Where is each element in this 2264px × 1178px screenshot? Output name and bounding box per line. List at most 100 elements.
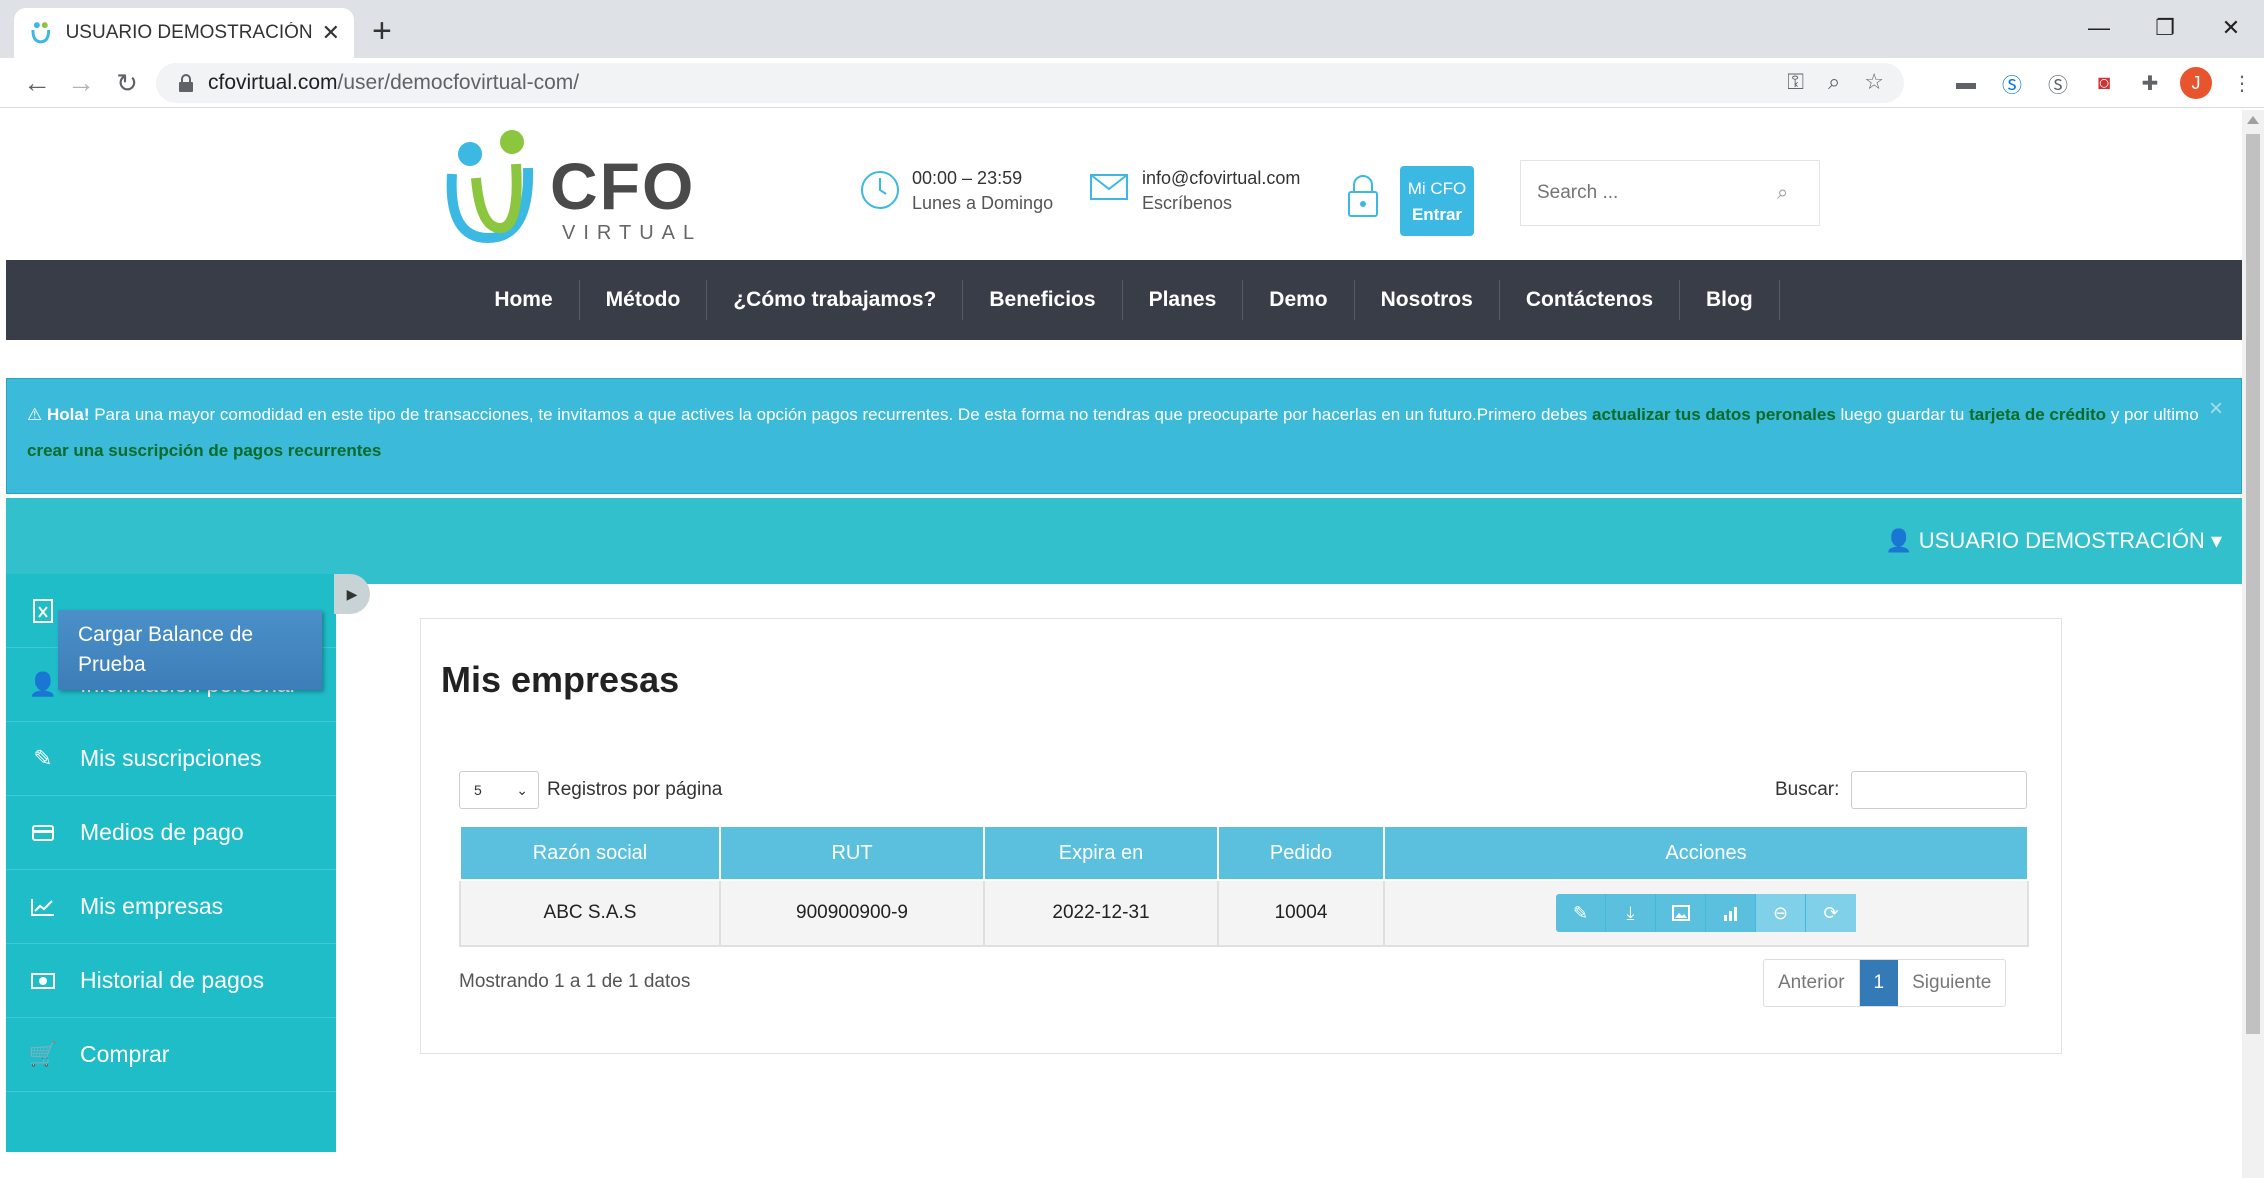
- page-scrollbar[interactable]: [2242, 110, 2264, 1178]
- records-per-page-select[interactable]: 5 ⌄: [459, 771, 539, 809]
- column-header-pedido[interactable]: Pedido: [1217, 825, 1385, 881]
- site-search-input[interactable]: [1537, 182, 1777, 204]
- browser-tab[interactable]: USUARIO DEMOSTRACIÓN | CFO ✕: [14, 8, 354, 58]
- url-host: cfovirtual.com: [208, 71, 338, 94]
- browser-toolbar: ← → ↻ cfovirtual.com /user/democfovirtua…: [0, 58, 2264, 108]
- sidebar-collapse-toggle[interactable]: ▶: [334, 574, 370, 614]
- profile-avatar[interactable]: J: [2180, 67, 2212, 99]
- web-page: CFO VIRTUAL 00:00 – 23:59 Lunes a Doming…: [6, 110, 2242, 1178]
- credit-card-link[interactable]: tarjeta de crédito: [1969, 405, 2106, 424]
- edit-pencil-icon[interactable]: ✎: [1556, 894, 1606, 932]
- row-actions: ✎ ⤓ ⊖ ⟳: [1556, 894, 1856, 932]
- back-icon[interactable]: ←: [20, 66, 54, 100]
- pagination-page-1[interactable]: 1: [1859, 960, 1899, 1006]
- window-controls: — ❐ ✕: [2066, 0, 2264, 56]
- nav-como-trabajamos[interactable]: ¿Cómo trabajamos?: [707, 280, 964, 320]
- site-search: ⌕: [1520, 160, 1820, 226]
- zoom-icon[interactable]: ⌕: [1828, 69, 1840, 95]
- envelope-icon: [1090, 174, 1128, 200]
- user-menu[interactable]: 👤 USUARIO DEMOSTRACIÓN ▾: [1885, 528, 2222, 554]
- alert-greeting: Hola!: [46, 405, 90, 424]
- search-icon[interactable]: ⌕: [1777, 182, 1788, 205]
- nav-blog[interactable]: Blog: [1680, 280, 1780, 320]
- refresh-icon[interactable]: ⟳: [1806, 894, 1856, 932]
- alert-text-3: y por ultimo: [2110, 405, 2199, 424]
- user-icon: 👤: [1885, 528, 1913, 553]
- update-personal-data-link[interactable]: actualizar tus datos peronales: [1592, 405, 1836, 424]
- column-header-razon-social[interactable]: Razón social: [459, 825, 721, 881]
- table-search-input[interactable]: [1851, 771, 2027, 809]
- nav-planes[interactable]: Planes: [1123, 280, 1244, 320]
- close-alert-icon[interactable]: ×: [2209, 391, 2223, 427]
- site-header: CFO VIRTUAL 00:00 – 23:59 Lunes a Doming…: [6, 110, 2242, 260]
- cell-pedido: 10004: [1217, 879, 1385, 947]
- entrar-label: Entrar: [1411, 205, 1463, 224]
- menu-kebab-icon[interactable]: ⋮: [2226, 67, 2258, 99]
- pagination-next[interactable]: Siguiente: [1898, 960, 2005, 1006]
- skype-icon[interactable]: Ⓢ: [1996, 67, 2028, 99]
- scroll-up-icon[interactable]: [2247, 116, 2259, 124]
- tab-title: USUARIO DEMOSTRACIÓN | CFO: [65, 22, 312, 43]
- create-subscription-link[interactable]: crear una suscripción de pagos recurrent…: [27, 441, 381, 460]
- email-subtext: Escríbenos: [1142, 193, 1233, 213]
- column-header-expira[interactable]: Expira en: [983, 825, 1219, 881]
- mi-cfo-login-button[interactable]: Mi CFO Entrar: [1400, 166, 1474, 236]
- nav-demo[interactable]: Demo: [1243, 280, 1355, 320]
- pocket-icon[interactable]: ◙: [2088, 67, 2120, 99]
- nav-nosotros[interactable]: Nosotros: [1355, 280, 1500, 320]
- sidebar-item-label: Comprar: [80, 1041, 170, 1067]
- download-icon[interactable]: ⤓: [1606, 894, 1656, 932]
- logo-text: CFO: [550, 149, 696, 223]
- puzzle-icon[interactable]: ✚: [2134, 67, 2166, 99]
- close-window-icon[interactable]: ✕: [2198, 0, 2264, 56]
- forward-icon[interactable]: →: [64, 66, 98, 100]
- reload-icon[interactable]: ↻: [110, 66, 144, 100]
- sidebar-item-medios-de-pago[interactable]: Medios de pago: [6, 796, 336, 870]
- minimize-icon[interactable]: —: [2066, 0, 2132, 56]
- url-path: /user/democfovirtual-com/: [337, 71, 580, 94]
- browser-tab-strip: USUARIO DEMOSTRACIÓN | CFO ✕ + — ❐ ✕: [0, 0, 2264, 58]
- sidebar-item-mis-empresas[interactable]: Mis empresas: [6, 870, 336, 944]
- pagination-previous[interactable]: Anterior: [1764, 960, 1860, 1006]
- email-text[interactable]: info@cfovirtual.com: [1142, 168, 1300, 189]
- cell-razon-social: ABC S.A.S: [459, 879, 721, 947]
- sidebar-item-label: Medios de pago: [80, 819, 244, 845]
- records-per-page-label: Registros por página: [547, 779, 723, 800]
- hours-info: 00:00 – 23:59 Lunes a Domingo: [860, 168, 1053, 214]
- column-header-rut[interactable]: RUT: [719, 825, 985, 881]
- main-navbar: Home Método ¿Cómo trabajamos? Beneficios…: [6, 260, 2242, 340]
- new-tab-button[interactable]: +: [372, 12, 392, 51]
- sidebar-item-label: Historial de pagos: [80, 967, 265, 993]
- bar-chart-icon[interactable]: [1706, 894, 1756, 932]
- days-text: Lunes a Domingo: [912, 193, 1054, 213]
- close-tab-icon[interactable]: ✕: [322, 20, 340, 46]
- extension-icon[interactable]: ▬: [1950, 67, 1982, 99]
- sidebar-item-historial-de-pagos[interactable]: Historial de pagos: [6, 944, 336, 1018]
- table-info: Mostrando 1 a 1 de 1 datos: [459, 971, 691, 992]
- nav-beneficios[interactable]: Beneficios: [963, 280, 1123, 320]
- table-search-label: Buscar:: [1775, 779, 1840, 800]
- clock-icon: [861, 171, 899, 209]
- nav-metodo[interactable]: Método: [580, 280, 708, 320]
- sidebar-tooltip-cargar-balance: Cargar Balance de Prueba: [58, 610, 322, 690]
- email-info: info@cfovirtual.com Escríbenos: [1090, 168, 1300, 214]
- logo-figures-icon: [446, 130, 534, 244]
- companies-panel: Mis empresas 5 ⌄ Registros por página Bu…: [420, 618, 2062, 1054]
- image-icon[interactable]: [1656, 894, 1706, 932]
- sidebar-item-label: Mis empresas: [80, 893, 224, 919]
- sidebar-item-mis-suscripciones[interactable]: ✎ Mis suscripciones: [6, 722, 336, 796]
- address-bar[interactable]: cfovirtual.com /user/democfovirtual-com/…: [156, 63, 1904, 103]
- scrollbar-thumb[interactable]: [2246, 134, 2260, 1034]
- skype-gray-icon[interactable]: Ⓢ: [2042, 67, 2074, 99]
- nav-contactenos[interactable]: Contáctenos: [1500, 280, 1681, 320]
- minus-circle-icon[interactable]: ⊖: [1756, 894, 1806, 932]
- sidebar-item-comprar[interactable]: 🛒 Comprar: [6, 1018, 336, 1092]
- cell-rut: 900900900-9: [719, 879, 985, 947]
- site-logo[interactable]: CFO VIRTUAL: [440, 128, 700, 252]
- restore-icon[interactable]: ❐: [2132, 0, 2198, 56]
- line-chart-icon: [6, 898, 80, 916]
- key-icon[interactable]: ⚿: [1787, 69, 1804, 95]
- bookmark-star-icon[interactable]: ☆: [1864, 69, 1884, 95]
- nav-home[interactable]: Home: [468, 280, 580, 320]
- column-header-acciones: Acciones: [1383, 825, 2029, 881]
